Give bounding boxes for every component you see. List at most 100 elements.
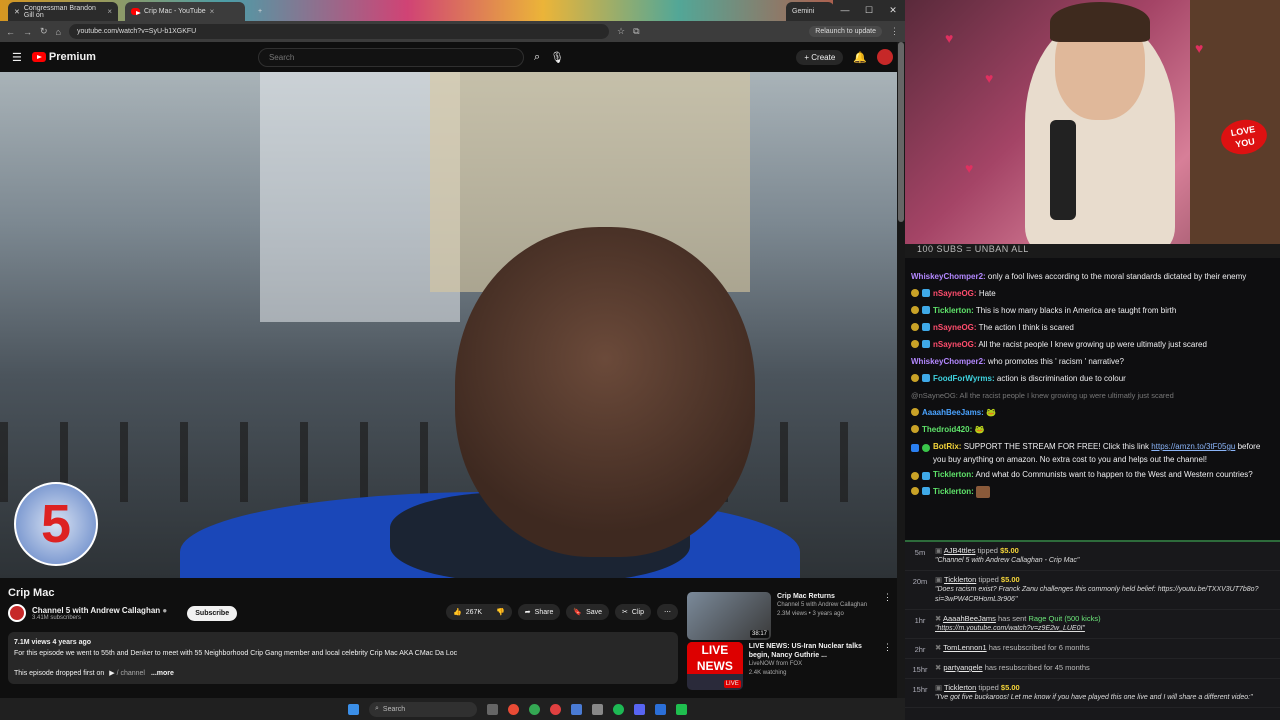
badge-icon bbox=[911, 374, 919, 382]
event-user[interactable]: partyangele bbox=[943, 663, 982, 672]
windows-start-icon[interactable] bbox=[348, 703, 359, 715]
subscriber-count: 3.41M subscribers bbox=[32, 614, 82, 621]
more-vert-icon[interactable]: ⋮ bbox=[883, 592, 892, 640]
chat-message: nSayneOG: The action I think is scared bbox=[911, 319, 1272, 336]
page-scrollbar[interactable] bbox=[897, 42, 905, 698]
save-button[interactable]: 🔖 Save bbox=[566, 604, 610, 620]
task-view-icon[interactable] bbox=[487, 703, 498, 715]
opera-icon[interactable] bbox=[508, 703, 519, 715]
event-user[interactable]: Ticklerton bbox=[944, 683, 976, 692]
chrome-icon[interactable] bbox=[529, 703, 540, 715]
microphone-icon[interactable]: 🎙 bbox=[550, 51, 564, 64]
show-more-link[interactable]: ...more bbox=[151, 670, 174, 677]
x-logo-icon: ✕ bbox=[14, 8, 20, 16]
bookmark-star-icon[interactable]: ☆ bbox=[617, 26, 625, 37]
tab-congressman[interactable]: ✕ Congressman Brandon Gill on × bbox=[8, 2, 118, 21]
back-icon[interactable]: ← bbox=[6, 27, 15, 37]
event-user[interactable]: AaaahBeeJams bbox=[943, 614, 996, 623]
recommendation-thumbnail[interactable]: LIVE NEWS LIVE bbox=[687, 642, 743, 690]
emote-icon bbox=[975, 485, 990, 498]
chat-username[interactable]: BotRix: bbox=[933, 442, 961, 451]
close-tab-icon[interactable]: × bbox=[210, 7, 215, 16]
bot-badge-icon bbox=[911, 444, 919, 452]
create-button[interactable]: + Create bbox=[796, 49, 844, 65]
account-avatar[interactable] bbox=[877, 49, 893, 65]
app-icon[interactable] bbox=[592, 703, 603, 715]
spotify-icon[interactable] bbox=[613, 703, 624, 715]
channel-name[interactable]: Channel 5 with Andrew Callaghan ● bbox=[32, 606, 167, 615]
tab-youtube[interactable]: Crip Mac - YouTube × bbox=[125, 2, 245, 21]
recommendation-item[interactable]: LIVE NEWS LIVE LIVE NEWS: US-Iran Nuclea… bbox=[687, 642, 892, 690]
chat-username[interactable]: Ticklerton: bbox=[933, 470, 974, 479]
description-box[interactable]: 7.1M views 4 years ago For this episode … bbox=[8, 632, 678, 684]
resub-icon: ✖ bbox=[935, 663, 942, 672]
share-button[interactable]: ➦ Share bbox=[517, 604, 561, 620]
home-icon[interactable]: ⌂ bbox=[56, 27, 61, 37]
sub-badge-icon bbox=[922, 374, 930, 382]
notifications-bell-icon[interactable]: 🔔 bbox=[853, 51, 867, 64]
recommendation-meta: 2.3M views • 3 years ago bbox=[777, 611, 844, 617]
search-icon[interactable]: ⌕ bbox=[534, 51, 540, 64]
amazon-link[interactable]: https://amzn.to/3tF05gu bbox=[1151, 442, 1235, 451]
clip-button[interactable]: ✂ Clip bbox=[615, 604, 651, 620]
menu-dots-icon[interactable]: ⋮ bbox=[890, 26, 899, 37]
chat-username[interactable]: FoodForWyrms: bbox=[933, 374, 995, 383]
youtube-logo[interactable]: Premium bbox=[31, 51, 96, 63]
chat-username[interactable]: nSayneOG: bbox=[933, 289, 977, 298]
channel-avatar[interactable] bbox=[8, 604, 26, 622]
chat-username[interactable]: nSayneOG: bbox=[933, 340, 977, 349]
more-vert-icon[interactable]: ⋮ bbox=[883, 642, 892, 690]
close-tab-icon[interactable]: × bbox=[107, 7, 112, 16]
forward-icon[interactable]: → bbox=[23, 27, 32, 37]
reload-icon[interactable]: ↻ bbox=[40, 26, 48, 37]
tab-gemini[interactable]: Gemini bbox=[786, 2, 834, 21]
recommendation-thumbnail[interactable]: 38:17 bbox=[687, 592, 771, 640]
close-window-icon[interactable]: ✕ bbox=[881, 0, 905, 21]
subscribe-button[interactable]: Subscribe bbox=[187, 605, 238, 621]
like-button[interactable]: 👍 267K 👎 bbox=[446, 604, 512, 620]
app-icon[interactable] bbox=[571, 703, 582, 715]
event-item: 5m ▣ AJB4ttles tipped $5.00 "Channel 5 w… bbox=[905, 542, 1280, 571]
search-input[interactable] bbox=[268, 52, 513, 62]
video-duration: 38:17 bbox=[749, 630, 769, 638]
extensions-icon[interactable]: ⧉ bbox=[633, 26, 639, 37]
recommendation-channel: Channel 5 with Andrew Callaghan bbox=[777, 602, 868, 608]
chat-message: Ticklerton: This is how many blacks in A… bbox=[911, 302, 1272, 319]
url-field[interactable]: youtube.com/watch?v=SyU-b1XGKFU bbox=[68, 24, 609, 39]
app-icon[interactable] bbox=[655, 703, 666, 715]
event-item: 1hr ✖ AaaahBeeJams has sent Rage Quit (5… bbox=[905, 610, 1280, 639]
video-player[interactable]: 5 bbox=[0, 72, 897, 578]
chat-username[interactable]: Thedroid420: bbox=[922, 425, 972, 434]
app-icon[interactable] bbox=[676, 703, 687, 715]
chat-username[interactable]: WhiskeyChomper2: bbox=[911, 357, 986, 366]
sub-badge-icon bbox=[922, 340, 930, 348]
chat-message: WhiskeyChomper2: only a fool lives accor… bbox=[911, 272, 1247, 281]
taskbar-search[interactable]: ⌕ Search bbox=[369, 701, 477, 717]
maximize-icon[interactable]: ☐ bbox=[857, 0, 881, 21]
more-actions-button[interactable]: ⋯ bbox=[656, 604, 678, 620]
chat-username[interactable]: nSayneOG: bbox=[933, 323, 977, 332]
chat-username[interactable]: WhiskeyChomper2: bbox=[911, 272, 986, 281]
event-user[interactable]: Ticklerton bbox=[944, 575, 976, 584]
chat-username[interactable]: Ticklerton: bbox=[933, 487, 974, 496]
event-user[interactable]: TomLennon1 bbox=[943, 643, 986, 652]
new-tab-button[interactable]: + bbox=[252, 2, 264, 21]
search-box[interactable] bbox=[257, 47, 524, 67]
thumbs-down-icon[interactable]: 👎 bbox=[496, 608, 505, 616]
recommendation-item[interactable]: 38:17 Crip Mac Returns Channel 5 with An… bbox=[687, 592, 892, 640]
hamburger-menu-icon[interactable]: ☰ bbox=[12, 51, 22, 64]
youtube-header: ☰ Premium ⌕ 🎙 + Create 🔔 bbox=[0, 42, 905, 72]
event-message: "https://m.youtube.com/watch?v=z9E2w_LUE… bbox=[935, 625, 1085, 632]
chat-username[interactable]: AaaahBeeJams: bbox=[922, 408, 984, 417]
sub-badge-icon bbox=[922, 289, 930, 297]
chat-username[interactable]: Ticklerton: bbox=[933, 306, 974, 315]
minimize-icon[interactable]: — bbox=[833, 0, 857, 21]
sub-badge-icon bbox=[922, 306, 930, 314]
relaunch-button[interactable]: Relaunch to update bbox=[809, 26, 882, 37]
chat-message: nSayneOG: Hate bbox=[911, 285, 1272, 302]
event-message: "Does racism exist? Franck Zanu challeng… bbox=[935, 586, 1259, 603]
chrome-alt-icon[interactable] bbox=[550, 703, 561, 715]
discord-icon[interactable] bbox=[634, 703, 645, 715]
channel-link[interactable]: / channel bbox=[117, 670, 145, 677]
event-user[interactable]: AJB4ttles bbox=[944, 546, 976, 555]
